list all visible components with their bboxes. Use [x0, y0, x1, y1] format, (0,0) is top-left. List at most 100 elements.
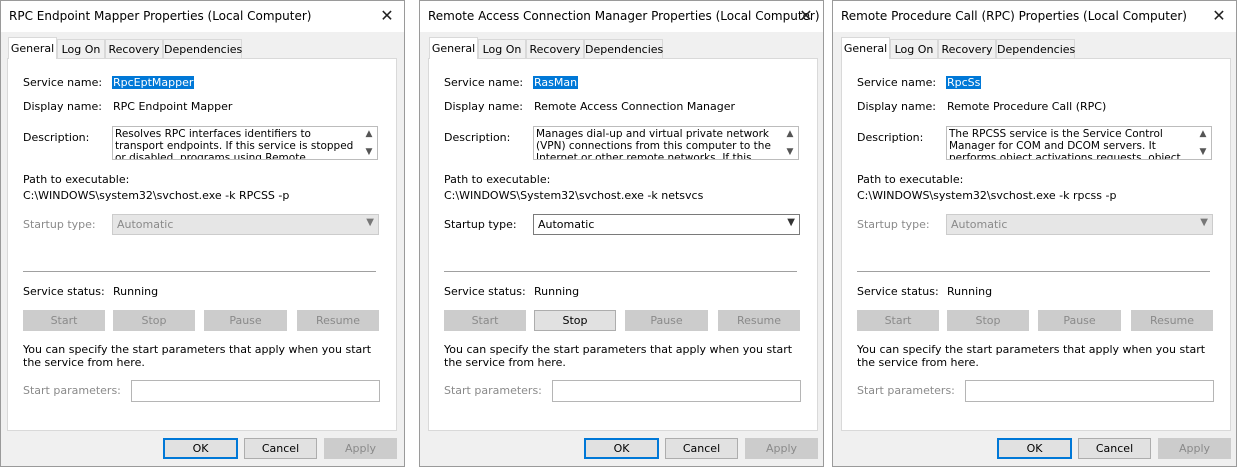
- startup-type-value: Automatic: [951, 218, 1008, 231]
- pause-button[interactable]: Pause: [625, 310, 708, 331]
- window-title: Remote Procedure Call (RPC) Properties (…: [841, 9, 1187, 23]
- service-name-label: Service name:: [444, 76, 524, 89]
- tab-dependencies[interactable]: Dependencies: [584, 39, 663, 58]
- apply-button[interactable]: Apply: [745, 438, 818, 459]
- pause-button[interactable]: Pause: [1038, 310, 1121, 331]
- pause-button[interactable]: Pause: [204, 310, 287, 331]
- startup-type-dropdown: Automatic ▼: [112, 214, 379, 235]
- service-name-value[interactable]: RpcSs: [946, 76, 982, 89]
- start-button[interactable]: Start: [444, 310, 526, 331]
- description-textbox[interactable]: Manages dial-up and virtual private netw…: [533, 126, 799, 160]
- display-name-value[interactable]: Remote Procedure Call (RPC): [947, 100, 1106, 113]
- cancel-button[interactable]: Cancel: [1078, 438, 1151, 459]
- tab-recovery[interactable]: Recovery: [938, 39, 996, 58]
- start-params-hint: You can specify the start parameters tha…: [23, 343, 372, 369]
- service-status-value: Running: [947, 285, 993, 298]
- display-name-label: Display name:: [23, 100, 102, 113]
- close-icon[interactable]: ✕: [376, 5, 398, 27]
- cancel-button[interactable]: Cancel: [665, 438, 738, 459]
- startup-type-value: Automatic: [538, 218, 595, 231]
- start-params-label: Start parameters:: [23, 384, 121, 397]
- service-name-label: Service name:: [857, 76, 937, 89]
- startup-type-dropdown[interactable]: Automatic ▼: [533, 214, 800, 235]
- service-name-value[interactable]: RasMan: [533, 76, 579, 89]
- startup-type-label: Startup type:: [857, 218, 930, 231]
- service-status-label: Service status:: [444, 285, 526, 298]
- path-label: Path to executable:: [444, 173, 551, 186]
- startup-type-label: Startup type:: [23, 218, 96, 231]
- tab-log-on[interactable]: Log On: [57, 39, 105, 58]
- service-status-value: Running: [534, 285, 580, 298]
- chevron-up-icon[interactable]: ▲: [784, 129, 796, 139]
- close-icon[interactable]: ✕: [1208, 5, 1230, 27]
- stop-button[interactable]: Stop: [534, 310, 616, 331]
- path-value[interactable]: C:\WINDOWS\System32\svchost.exe -k netsv…: [444, 189, 703, 202]
- tab-dependencies[interactable]: Dependencies: [996, 39, 1075, 58]
- apply-button[interactable]: Apply: [324, 438, 397, 459]
- separator: [857, 271, 1210, 272]
- service-status-label: Service status:: [23, 285, 105, 298]
- description-textbox[interactable]: Resolves RPC interfaces identifiers to t…: [112, 126, 378, 160]
- tab-general[interactable]: General: [429, 37, 478, 59]
- tab-recovery[interactable]: Recovery: [526, 39, 584, 58]
- general-tab-panel: Service name: RpcSs Display name: Remote…: [841, 58, 1231, 431]
- path-value[interactable]: C:\WINDOWS\system32\svchost.exe -k RPCSS…: [23, 189, 289, 202]
- start-button[interactable]: Start: [857, 310, 939, 331]
- tab-recovery[interactable]: Recovery: [105, 39, 163, 58]
- display-name-label: Display name:: [857, 100, 936, 113]
- path-label: Path to executable:: [23, 173, 130, 186]
- service-name-value[interactable]: RpcEptMapper: [112, 76, 195, 89]
- display-name-label: Display name:: [444, 100, 523, 113]
- tab-general[interactable]: General: [8, 37, 57, 59]
- start-params-input[interactable]: [965, 380, 1214, 402]
- close-icon[interactable]: ✕: [795, 5, 817, 27]
- apply-button[interactable]: Apply: [1158, 438, 1231, 459]
- ok-button[interactable]: OK: [997, 438, 1072, 459]
- description-label: Description:: [23, 131, 90, 144]
- resume-button[interactable]: Resume: [718, 310, 800, 331]
- stop-button[interactable]: Stop: [947, 310, 1029, 331]
- stop-button[interactable]: Stop: [113, 310, 195, 331]
- cancel-button[interactable]: Cancel: [244, 438, 317, 459]
- start-params-hint: You can specify the start parameters tha…: [857, 343, 1206, 369]
- start-params-label: Start parameters:: [444, 384, 542, 397]
- start-params-input[interactable]: [552, 380, 801, 402]
- start-params-input[interactable]: [131, 380, 380, 402]
- description-textbox[interactable]: The RPCSS service is the Service Control…: [946, 126, 1212, 160]
- description-label: Description:: [444, 131, 511, 144]
- ok-button[interactable]: OK: [584, 438, 659, 459]
- tab-general[interactable]: General: [841, 37, 890, 59]
- resume-button[interactable]: Resume: [297, 310, 379, 331]
- chevron-down-icon: ▼: [1200, 217, 1208, 228]
- start-params-label: Start parameters:: [857, 384, 955, 397]
- separator: [444, 271, 797, 272]
- start-params-hint: You can specify the start parameters tha…: [444, 343, 793, 369]
- description-text: Manages dial-up and virtual private netw…: [536, 128, 771, 159]
- separator: [23, 271, 376, 272]
- startup-type-label: Startup type:: [444, 218, 517, 231]
- window-title: Remote Access Connection Manager Propert…: [428, 9, 820, 23]
- chevron-down-icon[interactable]: ▼: [1197, 147, 1209, 157]
- display-name-value[interactable]: RPC Endpoint Mapper: [113, 100, 232, 113]
- description-text: Resolves RPC interfaces identifiers to t…: [115, 128, 354, 159]
- ok-button[interactable]: OK: [163, 438, 238, 459]
- chevron-down-icon[interactable]: ▼: [363, 147, 375, 157]
- title-bar[interactable]: RPC Endpoint Mapper Properties (Local Co…: [1, 1, 404, 32]
- chevron-down-icon[interactable]: ▼: [784, 147, 796, 157]
- resume-button[interactable]: Resume: [1131, 310, 1213, 331]
- chevron-up-icon[interactable]: ▲: [1197, 129, 1209, 139]
- tab-dependencies[interactable]: Dependencies: [163, 39, 242, 58]
- tab-log-on[interactable]: Log On: [890, 39, 938, 58]
- properties-dialog-rpcss: Remote Procedure Call (RPC) Properties (…: [832, 0, 1237, 467]
- chevron-down-icon: ▼: [366, 217, 374, 228]
- title-bar[interactable]: Remote Access Connection Manager Propert…: [420, 1, 823, 32]
- start-button[interactable]: Start: [23, 310, 105, 331]
- chevron-down-icon: ▼: [787, 217, 795, 228]
- display-name-value[interactable]: Remote Access Connection Manager: [534, 100, 735, 113]
- title-bar[interactable]: Remote Procedure Call (RPC) Properties (…: [833, 1, 1236, 32]
- tab-log-on[interactable]: Log On: [478, 39, 526, 58]
- path-value[interactable]: C:\WINDOWS\system32\svchost.exe -k rpcss…: [857, 189, 1116, 202]
- startup-type-value: Automatic: [117, 218, 174, 231]
- chevron-up-icon[interactable]: ▲: [363, 129, 375, 139]
- path-label: Path to executable:: [857, 173, 964, 186]
